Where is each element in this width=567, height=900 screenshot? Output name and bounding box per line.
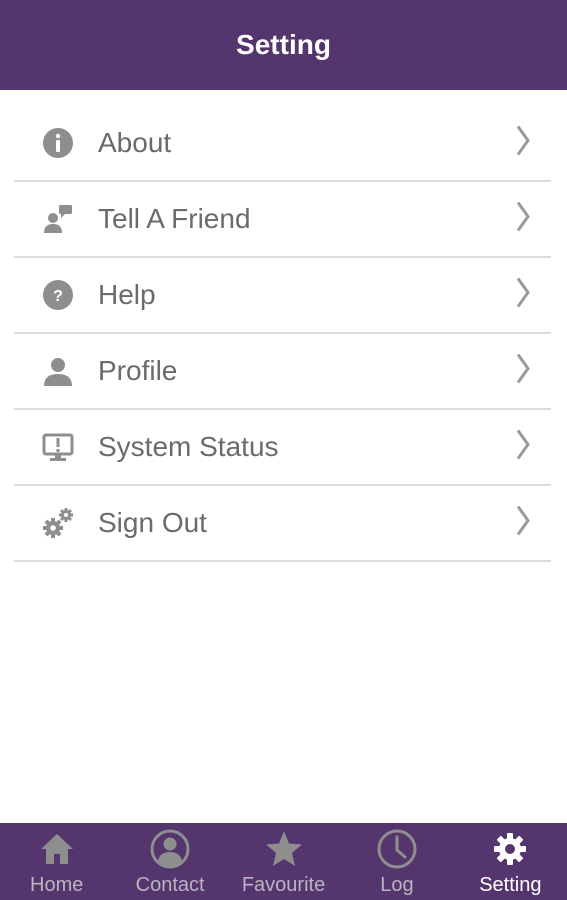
tab-setting[interactable]: Setting (454, 823, 567, 900)
menu-item-label: Sign Out (98, 507, 207, 538)
menu-item-help[interactable]: ? Help (14, 258, 551, 334)
chevron-right-icon (515, 353, 531, 390)
help-icon: ? (41, 278, 75, 312)
tab-label: Setting (479, 874, 542, 896)
menu-item-system-status[interactable]: System Status (14, 410, 551, 486)
monitor-alert-icon (41, 430, 75, 464)
star-icon (263, 828, 305, 870)
menu-item-label: About (98, 127, 172, 158)
menu-item-label: Help (98, 279, 156, 310)
gear-icon (489, 828, 531, 870)
chevron-right-icon (515, 125, 531, 162)
settings-menu: About Tell A Friend ? Help Profile Syste… (14, 106, 551, 562)
menu-item-sign-out[interactable]: Sign Out (14, 486, 551, 562)
bottom-tab-bar: Home Contact Favourite Log Setting (0, 823, 567, 900)
menu-item-about[interactable]: About (14, 106, 551, 182)
menu-item-label: Tell A Friend (98, 203, 251, 234)
chevron-right-icon (515, 429, 531, 466)
info-icon (41, 126, 75, 160)
tab-label: Home (30, 874, 84, 896)
chevron-right-icon (515, 201, 531, 238)
page-title: Setting (236, 29, 331, 60)
tab-contact[interactable]: Contact (113, 823, 226, 900)
tab-label: Log (380, 874, 414, 896)
chevron-right-icon (515, 505, 531, 542)
menu-item-tell-a-friend[interactable]: Tell A Friend (14, 182, 551, 258)
contact-icon (149, 828, 191, 870)
chevron-right-icon (515, 277, 531, 314)
menu-item-profile[interactable]: Profile (14, 334, 551, 410)
user-icon (41, 354, 75, 388)
tell-friend-icon (41, 202, 75, 236)
tab-favourite[interactable]: Favourite (227, 823, 340, 900)
tab-log[interactable]: Log (340, 823, 453, 900)
tab-label: Contact (135, 874, 205, 896)
tab-label: Favourite (241, 874, 326, 896)
menu-item-label: System Status (98, 431, 279, 462)
gears-icon (41, 506, 75, 540)
tab-home[interactable]: Home (0, 823, 113, 900)
clock-icon (376, 828, 418, 870)
header-bar: Setting (0, 0, 567, 90)
svg-text:?: ? (53, 288, 63, 305)
menu-item-label: Profile (98, 355, 178, 386)
home-icon (36, 828, 78, 870)
